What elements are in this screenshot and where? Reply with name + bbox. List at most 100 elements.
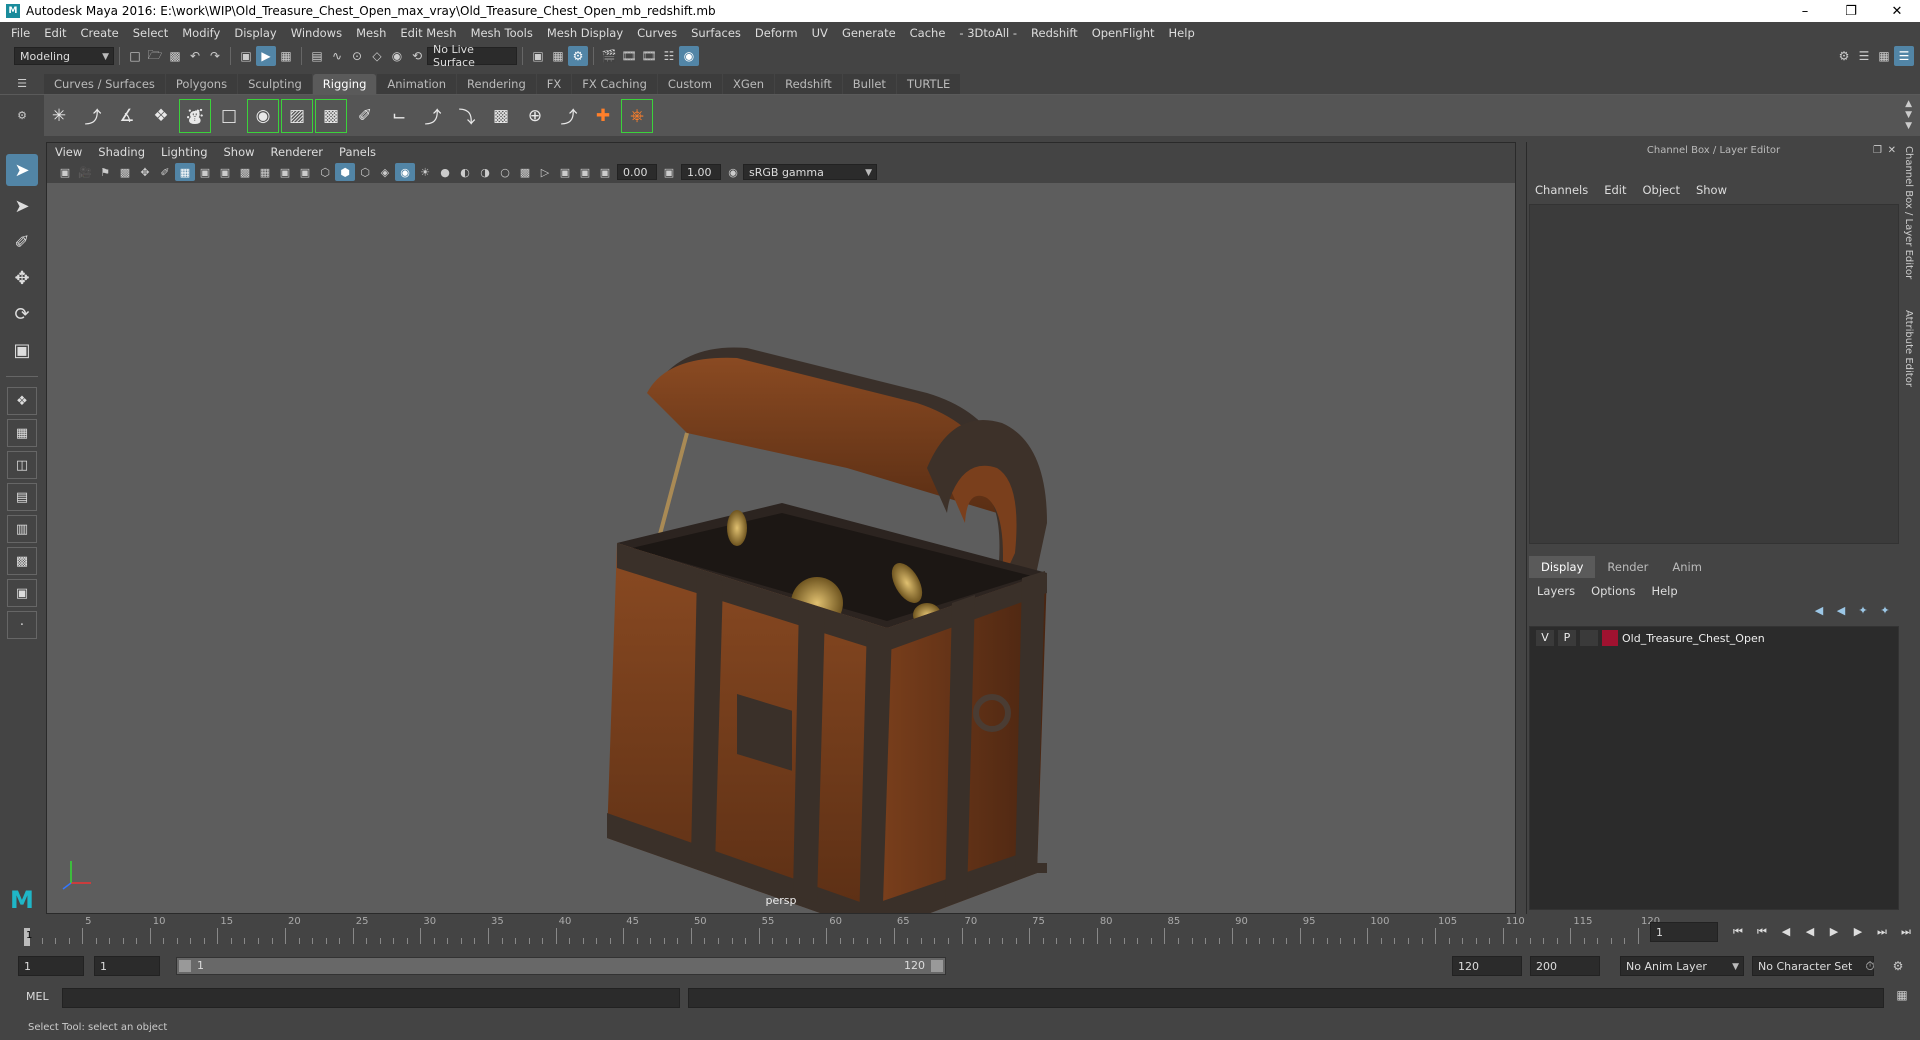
menu-edit[interactable]: Edit (37, 26, 73, 40)
menu-create[interactable]: Create (74, 26, 126, 40)
channel-box-menu-edit[interactable]: Edit (1604, 183, 1626, 197)
locator-icon[interactable]: ✚ (588, 100, 618, 132)
grease-pencil-icon[interactable]: ✐ (155, 163, 175, 181)
hypershade-layout-icon[interactable]: ▥ (7, 515, 37, 543)
open-scene-icon[interactable]: 🗁 (145, 46, 165, 66)
xray-components-icon[interactable]: ▣ (575, 163, 595, 181)
grid-icon[interactable]: ▦ (175, 163, 195, 181)
xray-joints-icon[interactable]: ▣ (555, 163, 575, 181)
cluster-icon[interactable]: ▩ (315, 98, 347, 133)
image-plane-icon[interactable]: ▩ (115, 163, 135, 181)
menu-mesh-tools[interactable]: Mesh Tools (464, 26, 540, 40)
film-gate-icon[interactable]: ▣ (195, 163, 215, 181)
current-time-field[interactable]: 1 (1650, 922, 1718, 942)
layer-playback-toggle[interactable]: P (1558, 630, 1576, 646)
paint-select-tool-icon[interactable]: ✐ (6, 226, 38, 258)
snap-grid-icon[interactable]: ▤ (307, 46, 327, 66)
start-time-field[interactable]: 1 (18, 956, 84, 976)
bookmark-icon[interactable]: ⚑ (95, 163, 115, 181)
gamma-icon[interactable]: ▣ (659, 163, 679, 181)
viewport-menu-renderer[interactable]: Renderer (271, 145, 324, 159)
layer-display-type-toggle[interactable] (1580, 630, 1598, 646)
auto-key-icon[interactable]: ⏱ (1860, 956, 1880, 976)
select-camera-icon[interactable]: ▣ (55, 163, 75, 181)
shelf-tab-redshift[interactable]: Redshift (775, 74, 842, 94)
shelf-tab-rigging[interactable]: Rigging (312, 74, 377, 94)
shelf-tab-fx[interactable]: FX (536, 74, 572, 94)
menu-deform[interactable]: Deform (748, 26, 805, 40)
shelf-tab-custom[interactable]: Custom (657, 74, 722, 94)
safe-action-icon[interactable]: ▣ (275, 163, 295, 181)
shadows-icon[interactable]: ☀ (415, 163, 435, 181)
insert-joint-icon[interactable]: ❖ (146, 100, 176, 132)
view-transform-dropdown[interactable]: sRGB gamma ▼ (743, 164, 877, 180)
go-to-end-icon[interactable]: ⏭ (1894, 922, 1918, 942)
script-editor-icon[interactable]: ▦ (1892, 988, 1912, 1008)
channel-box-icon[interactable]: ☰ (1894, 46, 1914, 66)
move-layer-down-icon[interactable]: ◀ (1830, 604, 1852, 624)
single-perspective-layout-icon[interactable]: ❖ (7, 387, 37, 415)
shelf-tab-sculpting[interactable]: Sculpting (238, 74, 312, 94)
color-management-icon[interactable]: ◉ (723, 163, 743, 181)
exposure-field[interactable]: 0.00 (617, 164, 657, 180)
rotate-tool-icon[interactable]: ⟳ (6, 298, 38, 330)
side-tab-attribute-editor[interactable]: Attribute Editor (1903, 310, 1914, 387)
viewport-menu-view[interactable]: View (55, 145, 82, 159)
ipr-render-icon[interactable]: 🎞 (639, 46, 659, 66)
shelf-tab-turtle[interactable]: TURTLE (896, 74, 961, 94)
menu-surfaces[interactable]: Surfaces (684, 26, 748, 40)
menu-select[interactable]: Select (126, 26, 175, 40)
shelf-tab-xgen[interactable]: XGen (722, 74, 775, 94)
input-ops-icon[interactable]: ▣ (528, 46, 548, 66)
smooth-shade-icon[interactable]: ⬢ (335, 163, 355, 181)
snap-curve-icon[interactable]: ∿ (327, 46, 347, 66)
channel-box-menu-channels[interactable]: Channels (1535, 183, 1588, 197)
gamma-field[interactable]: 1.00 (681, 164, 721, 180)
play-backward-icon[interactable]: ◀ (1798, 922, 1822, 942)
render-settings-icon[interactable]: ☷ (659, 46, 679, 66)
shelf-tab-rendering[interactable]: Rendering (457, 74, 536, 94)
scale-constraint-icon[interactable]: ▩ (486, 100, 516, 132)
shelf-menu-icon[interactable]: ☰ (0, 72, 44, 94)
close-icon[interactable]: ✕ (1874, 0, 1920, 22)
menu-windows[interactable]: Windows (284, 26, 349, 40)
render-current-icon[interactable]: 🎞 (619, 46, 639, 66)
shelf-settings-icon[interactable]: ⚙ (0, 94, 44, 137)
menu-curves[interactable]: Curves (630, 26, 684, 40)
joint-tool-icon[interactable]: ✳ (44, 100, 74, 132)
new-scene-icon[interactable]: □ (125, 46, 145, 66)
step-back-key-icon[interactable]: ⏮ (1750, 922, 1774, 942)
attribute-editor-icon[interactable]: ☰ (1854, 46, 1874, 66)
layer-tab-display[interactable]: Display (1529, 556, 1596, 578)
wireframe-on-shaded-icon[interactable]: ⬡ (355, 163, 375, 181)
aim-constraint-icon[interactable]: ⊕ (520, 100, 550, 132)
float-panel-icon[interactable]: ❐ (1873, 142, 1882, 160)
anim-layer-dropdown[interactable]: No Anim Layer ▼ (1620, 956, 1744, 976)
outliner-layout-icon[interactable]: ▣ (7, 579, 37, 607)
quick-rig-icon[interactable]: □ (214, 100, 244, 132)
parent-constraint-icon[interactable]: ⌙ (384, 100, 414, 132)
field-chart-icon[interactable]: ▦ (255, 163, 275, 181)
layer-row[interactable]: V P Old_Treasure_Chest_Open (1530, 629, 1898, 647)
play-forward-icon[interactable]: ▶ (1822, 922, 1846, 942)
menu-modify[interactable]: Modify (175, 26, 227, 40)
select-component-icon[interactable]: ▦ (276, 46, 296, 66)
layer-color-swatch[interactable] (1602, 630, 1618, 646)
menu-set-dropdown[interactable]: Modeling ▼ (14, 47, 114, 65)
depth-of-field-icon[interactable]: ○ (495, 163, 515, 181)
layer-visibility-toggle[interactable]: V (1536, 630, 1554, 646)
persp-outliner-layout-icon[interactable]: ◫ (7, 451, 37, 479)
shelf-tab-curves-surfaces[interactable]: Curves / Surfaces (44, 74, 165, 94)
viewport-menu-panels[interactable]: Panels (339, 145, 376, 159)
menu-mesh[interactable]: Mesh (349, 26, 393, 40)
shelf-tab-fx-caching[interactable]: FX Caching (572, 74, 657, 94)
layer-menu-layers[interactable]: Layers (1537, 584, 1575, 598)
viewport-menu-lighting[interactable]: Lighting (161, 145, 207, 159)
end-time-field[interactable]: 200 (1530, 956, 1600, 976)
new-empty-layer-icon[interactable]: ✦ (1852, 604, 1874, 624)
menu-openflight[interactable]: OpenFlight (1085, 26, 1162, 40)
range-end-handle[interactable] (931, 960, 943, 972)
menu-redshift[interactable]: Redshift (1024, 26, 1085, 40)
custom-layout-icon[interactable]: · (7, 611, 37, 639)
viewport-menu-show[interactable]: Show (224, 145, 255, 159)
